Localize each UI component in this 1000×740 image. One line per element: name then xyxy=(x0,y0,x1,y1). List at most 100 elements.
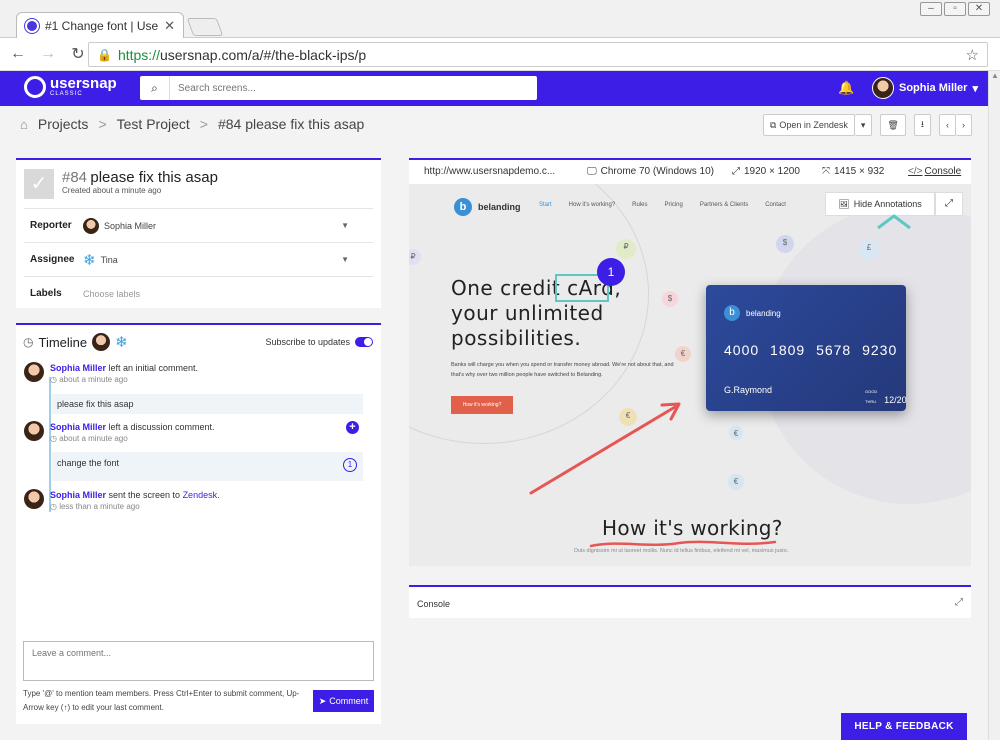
hide-annotations-button[interactable]: 🖼 Hide Annotations xyxy=(825,192,935,216)
annotation-arrow[interactable] xyxy=(527,399,687,499)
reporter-name: Sophia Miller xyxy=(104,220,157,231)
coin-icon: $ xyxy=(662,291,678,307)
address-bar: ← → ↻ 🔒 https://usersnap.com/a/#/the-bla… xyxy=(0,38,1000,71)
screenshot-image[interactable]: b belanding Start How it's working? Rules… xyxy=(409,184,971,566)
add-reply-icon[interactable]: + xyxy=(346,421,359,434)
scrollbar[interactable]: ▲ xyxy=(988,71,1000,740)
download-button[interactable]: ⭳ xyxy=(913,114,931,136)
screenshot-url[interactable]: http://www.usersnapdemo.c... xyxy=(424,166,555,177)
issue-toolbar: ⧉ Open in Zendesk ▾ 🗑 ⭳ ‹ › xyxy=(762,114,972,136)
external-link-icon: ⧉ xyxy=(769,119,777,130)
site-nav: Start How it's working? Rules Pricing Pa… xyxy=(539,202,786,208)
breadcrumb-projects[interactable]: Projects xyxy=(38,116,89,132)
coin-icon: € xyxy=(728,474,744,490)
annotation-pin-icon[interactable]: 1 xyxy=(343,458,357,472)
console-panel: Console ⤢ xyxy=(409,585,971,618)
timeline-entry: Sophia Miller sent the screen to Zendesk… xyxy=(24,489,369,513)
resize-icon: ⤢ xyxy=(732,166,740,177)
comment-input[interactable] xyxy=(23,641,374,681)
comment-button[interactable]: ➤ Comment xyxy=(313,690,374,712)
assignee-field[interactable]: Assignee ❄ Tina ▼ xyxy=(24,242,373,276)
issue-title[interactable]: please fix this asap xyxy=(90,169,218,186)
usersnap-logo-icon xyxy=(24,76,46,98)
minimize-icon[interactable]: – xyxy=(920,2,942,16)
site-logo: b belanding xyxy=(454,198,521,216)
code-icon: </> xyxy=(908,166,923,177)
chevron-right-icon: › xyxy=(962,120,965,130)
breadcrumb-separator: > xyxy=(199,116,208,132)
subscribe-toggle[interactable]: Subscribe to updates xyxy=(265,337,373,347)
timestamp: ◷ less than a minute ago xyxy=(50,502,140,511)
issue-number: #84 xyxy=(62,169,88,186)
fullscreen-button[interactable]: ⤢ xyxy=(935,192,963,216)
monitor-icon: 🖵 xyxy=(587,166,597,177)
window-controls: – ▫ ✕ xyxy=(920,2,990,16)
breadcrumb-project[interactable]: Test Project xyxy=(117,116,190,132)
site-how-subtitle: Duis dignissim mi ut laoreet mollis. Nun… xyxy=(574,548,789,554)
close-tab-icon[interactable]: ✕ xyxy=(164,18,175,34)
browser-tab[interactable]: #1 Change font | Usersna ✕ xyxy=(16,12,184,39)
mark-done-checkbox[interactable]: ✓ xyxy=(24,169,54,199)
url-text: https://usersnap.com/a/#/the-black-ips/p xyxy=(117,46,367,63)
labels-input[interactable]: Choose labels xyxy=(83,289,140,299)
search-input[interactable] xyxy=(170,82,537,94)
site-hero-subtitle: Banks will charge you when you spend or … xyxy=(451,362,674,378)
lock-icon: 🔒 xyxy=(97,47,112,62)
delete-button[interactable]: 🗑 xyxy=(880,114,906,136)
coin-icon: ₽ xyxy=(616,239,636,259)
usersnap-logo[interactable]: usersnap CLASSIC xyxy=(24,76,117,98)
coin-icon: € xyxy=(729,426,743,440)
avatar xyxy=(83,217,99,234)
snowflake-avatar-icon: ❄ xyxy=(83,251,96,269)
bookmark-star-icon[interactable]: ☆ xyxy=(966,46,979,64)
annotation-chevron-mark xyxy=(877,214,911,230)
reload-icon[interactable]: ↻ xyxy=(66,44,90,64)
open-in-dropdown-button[interactable]: ▾ xyxy=(854,114,873,136)
chevron-left-icon: ‹ xyxy=(946,120,949,130)
expand-icon[interactable]: ⤢ xyxy=(955,597,963,608)
coin-icon: $ xyxy=(776,235,794,253)
next-button[interactable]: › xyxy=(956,114,972,136)
tab-title: #1 Change font | Usersna xyxy=(45,19,159,33)
app-header: usersnap CLASSIC ⌕ 🔔 Sophia Miller ▾ xyxy=(0,71,988,106)
breadcrumb-row: ⌂ Projects > Test Project > #84 please f… xyxy=(0,106,988,144)
bell-icon[interactable]: 🔔 xyxy=(838,80,854,96)
search-icon[interactable]: ⌕ xyxy=(140,76,170,100)
user-menu[interactable]: Sophia Miller ▾ xyxy=(872,77,978,99)
avatar xyxy=(24,362,44,382)
breadcrumb-issue: #84 please fix this asap xyxy=(217,116,365,132)
console-link[interactable]: </> Console xyxy=(908,166,961,177)
home-icon[interactable]: ⌂ xyxy=(20,117,28,132)
screenshot-resolution: ⤢ 1920 × 1200 xyxy=(732,166,800,177)
maximize-icon[interactable]: ▫ xyxy=(944,2,966,16)
avatar xyxy=(872,77,894,99)
forward-arrow-icon[interactable]: → xyxy=(36,45,60,63)
zendesk-link[interactable]: Zendesk xyxy=(183,490,218,500)
caret-down-icon: ▾ xyxy=(860,119,866,130)
toggle-switch[interactable] xyxy=(355,337,373,347)
card-number: 4000 1809 5678 9230 xyxy=(724,342,898,358)
comment-hint: Type '@' to mention team members. Press … xyxy=(23,689,300,712)
snowflake-avatar-icon: ❄ xyxy=(115,334,128,351)
labels-field[interactable]: Labels Choose labels xyxy=(24,276,373,310)
close-window-icon[interactable]: ✕ xyxy=(968,2,990,16)
back-arrow-icon[interactable]: ← xyxy=(6,45,30,63)
credit-card-image: b belanding 4000 1809 5678 9230 G.Raymond… xyxy=(706,285,907,411)
new-tab-button[interactable] xyxy=(186,18,224,36)
help-feedback-button[interactable]: HELP & FEEDBACK xyxy=(841,713,967,740)
previous-button[interactable]: ‹ xyxy=(939,114,956,136)
card-expiry: GOOD THRU 12/20 xyxy=(865,389,907,405)
annotation-marker[interactable]: 1 xyxy=(597,258,625,286)
screenshot-meta: http://www.usersnapdemo.c... 🖵 Chrome 70 … xyxy=(409,160,971,184)
timestamp: ◷ about a minute ago xyxy=(50,375,128,384)
caret-down-icon[interactable]: ▼ xyxy=(341,221,349,230)
reporter-field[interactable]: Reporter Sophia Miller ▼ xyxy=(24,208,373,242)
timeline-title: Timeline xyxy=(38,334,88,350)
site-hero-button: How it's working? xyxy=(451,396,513,414)
open-in-zendesk-button[interactable]: ⧉ Open in Zendesk xyxy=(762,114,855,136)
timestamp: ◷ about a minute ago xyxy=(50,434,128,443)
url-field[interactable]: 🔒 https://usersnap.com/a/#/the-black-ips… xyxy=(88,42,988,67)
caret-down-icon[interactable]: ▼ xyxy=(341,255,349,264)
site-how-title: How it's working? xyxy=(602,516,783,540)
card-name: G.Raymond xyxy=(724,385,773,395)
